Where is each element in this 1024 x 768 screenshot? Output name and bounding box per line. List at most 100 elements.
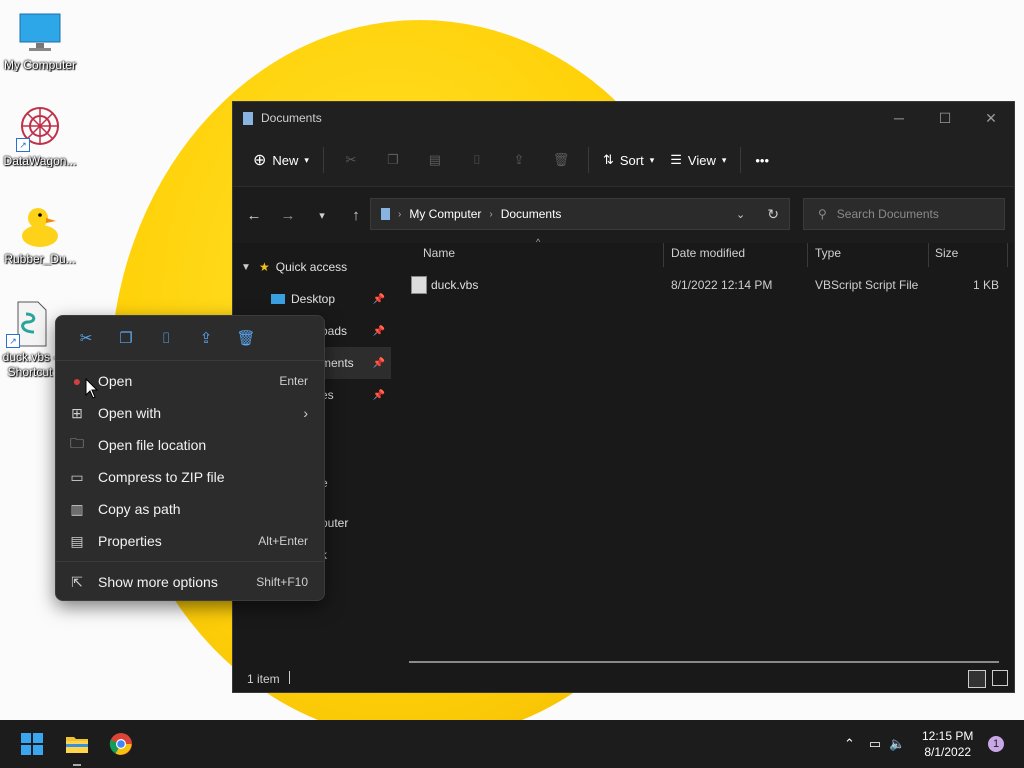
menu-item-shortcut: Alt+Enter	[258, 534, 308, 548]
menu-item-compress-zip[interactable]: ▭ Compress to ZIP file	[56, 461, 324, 493]
recent-locations-chevron-icon[interactable]: ▾	[305, 209, 339, 222]
system-tray: ⌃ ▭ 🔈	[844, 720, 905, 768]
clock-date: 8/1/2022	[924, 745, 972, 759]
rename-icon: ⌷	[473, 152, 481, 167]
menu-item-label: Copy as path	[98, 501, 181, 517]
volume-icon[interactable]: 🔈	[889, 736, 905, 752]
pin-icon: 📌	[372, 325, 385, 337]
share-icon[interactable]: ⇪	[186, 329, 226, 347]
search-icon: ⚲	[818, 207, 827, 221]
pin-icon: 📌	[372, 389, 385, 401]
up-arrow-icon[interactable]: ↑	[339, 207, 373, 224]
column-size[interactable]: Size	[935, 246, 958, 260]
address-bar[interactable]: › My Computer › Documents ⌄ ↻	[370, 198, 790, 230]
rename-button[interactable]: ⌷	[456, 144, 498, 176]
close-button[interactable]: ✕	[968, 110, 1014, 127]
menu-item-label: Open file location	[98, 437, 207, 453]
details-view-icon[interactable]	[968, 670, 986, 688]
back-arrow-icon[interactable]: ←	[237, 207, 271, 224]
horizontal-scrollbar[interactable]	[409, 661, 999, 663]
desktop-icon-my-computer[interactable]: My Computer	[0, 8, 80, 72]
breadcrumb-chevron-icon: ›	[398, 208, 402, 220]
nav-label: Desktop	[291, 292, 336, 306]
network-icon[interactable]: ▭	[869, 736, 881, 752]
vbscript-file-icon: ↗	[6, 300, 54, 348]
share-button[interactable]: ⇪	[498, 144, 540, 176]
notification-badge[interactable]: 1	[988, 736, 1004, 752]
menu-item-open-file-location[interactable]: 🗀 Open file location	[56, 429, 324, 461]
menu-item-shortcut: Enter	[279, 374, 308, 388]
rubber-duck-icon	[16, 202, 64, 250]
chrome-icon[interactable]	[109, 732, 133, 756]
menu-item-label: Open with	[98, 405, 162, 421]
clock-time: 12:15 PM	[922, 729, 974, 743]
paste-button[interactable]: ▤	[414, 144, 456, 176]
delete-button[interactable]: 🗑	[540, 144, 582, 176]
menu-item-copy-as-path[interactable]: ▥ Copy as path	[56, 493, 324, 525]
copy-icon[interactable]: ❐	[106, 329, 146, 347]
status-bar: 1 item	[233, 666, 1014, 692]
file-type: VBScript Script File	[815, 278, 919, 292]
folder-icon: 🗀	[70, 435, 84, 451]
column-type[interactable]: Type	[815, 246, 841, 260]
apps-icon: ⊞	[71, 404, 83, 421]
breadcrumb-documents[interactable]: Documents	[501, 207, 562, 221]
pin-icon: 📌	[372, 293, 385, 305]
scissors-icon: ✂	[345, 152, 357, 167]
taskbar: ⌃ ▭ 🔈 12:15 PM 8/1/2022 1	[0, 720, 1024, 768]
zip-folder-icon: ▭	[70, 468, 84, 485]
sort-button[interactable]: ⇅ Sort ▾	[595, 144, 662, 176]
maximize-button[interactable]: ☐	[922, 110, 968, 127]
minimize-button[interactable]: ─	[876, 110, 922, 127]
more-dots-icon: •••	[755, 152, 770, 168]
context-menu: ✂ ❐ ⌷ ⇪ 🗑 ● Open Enter ⊞ Open with › 🗀 O…	[55, 315, 325, 601]
forward-arrow-icon[interactable]: →	[271, 207, 305, 224]
copy-button[interactable]: ❐	[372, 144, 414, 176]
search-placeholder: Search Documents	[836, 207, 939, 221]
refresh-icon[interactable]: ↻	[767, 206, 779, 223]
file-explorer-window: Documents ─ ☐ ✕ ⊕ New ▾ ✂ ❐ ▤ ⌷ ⇪ 🗑 ⇅ So…	[232, 101, 1015, 693]
title-bar: Documents ─ ☐ ✕	[233, 102, 1014, 134]
column-name[interactable]: Name	[423, 246, 455, 260]
trash-icon: 🗑	[552, 152, 570, 167]
see-more-button[interactable]: •••	[747, 144, 777, 176]
clock[interactable]: 12:15 PM 8/1/2022	[922, 720, 973, 768]
monitor-icon	[16, 8, 64, 56]
nav-desktop[interactable]: Desktop 📌	[233, 283, 391, 315]
chevron-down-icon: ▼	[241, 261, 251, 273]
desktop-icon-label: Rubber_Du...	[4, 252, 76, 266]
search-box[interactable]: ⚲ Search Documents	[803, 198, 1005, 230]
column-date-modified[interactable]: Date modified	[671, 246, 745, 260]
menu-item-open-with[interactable]: ⊞ Open with ›	[56, 397, 324, 429]
chevron-down-icon[interactable]: ⌄	[736, 208, 745, 221]
menu-item-label: Open	[98, 373, 133, 389]
file-row[interactable]: duck.vbs 8/1/2022 12:14 PM VBScript Scri…	[391, 272, 1014, 298]
view-button[interactable]: ☰ View ▾	[662, 144, 734, 176]
share-icon: ⇪	[513, 152, 525, 167]
rename-icon[interactable]: ⌷	[146, 330, 186, 347]
menu-item-label: Show more options	[98, 574, 218, 590]
desktop-icon-label: DataWagon...	[3, 154, 77, 168]
desktop-folder-icon	[271, 294, 285, 304]
shortcut-arrow-icon: ↗	[6, 334, 20, 348]
file-explorer-icon[interactable]	[65, 732, 89, 756]
menu-item-properties[interactable]: ▤ Properties Alt+Enter	[56, 525, 324, 557]
breadcrumb-my-computer[interactable]: My Computer	[409, 207, 481, 221]
chevron-up-icon[interactable]: ⌃	[844, 736, 855, 752]
shortcut-arrow-icon: ↗	[16, 138, 30, 152]
desktop-icon-rubber-duck[interactable]: Rubber_Du...	[0, 202, 80, 266]
nav-quick-access[interactable]: ▼ ★ Quick access	[233, 251, 391, 283]
chevron-right-icon: ›	[303, 405, 308, 421]
menu-item-show-more-options[interactable]: ⇱ Show more options Shift+F10	[56, 566, 324, 598]
scissors-icon[interactable]: ✂	[66, 329, 106, 347]
desktop-icon-datawagon[interactable]: ↗ DataWagon...	[0, 104, 80, 168]
tiles-view-icon[interactable]	[992, 670, 1008, 686]
view-label: View	[687, 152, 716, 168]
desktop-icon-duck-vbs-shortcut[interactable]: ↗ duck.vbs - Shortcut	[0, 300, 60, 380]
trash-icon[interactable]: 🗑	[226, 329, 266, 347]
window-title: Documents	[261, 111, 322, 125]
windows-start-icon[interactable]	[20, 732, 44, 756]
nav-label: ments	[321, 356, 354, 370]
cut-button[interactable]: ✂	[330, 144, 372, 176]
new-button[interactable]: ⊕ New ▾	[245, 144, 317, 176]
